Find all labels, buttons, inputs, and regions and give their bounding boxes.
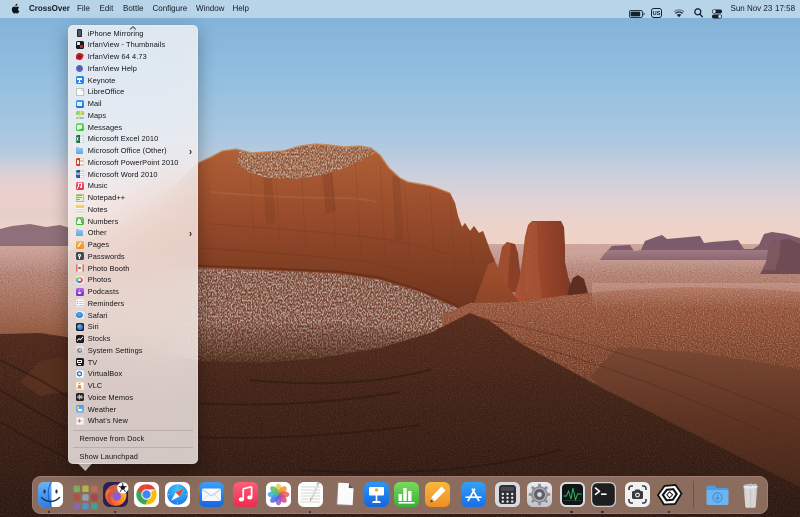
svg-text:US: US xyxy=(653,11,661,17)
